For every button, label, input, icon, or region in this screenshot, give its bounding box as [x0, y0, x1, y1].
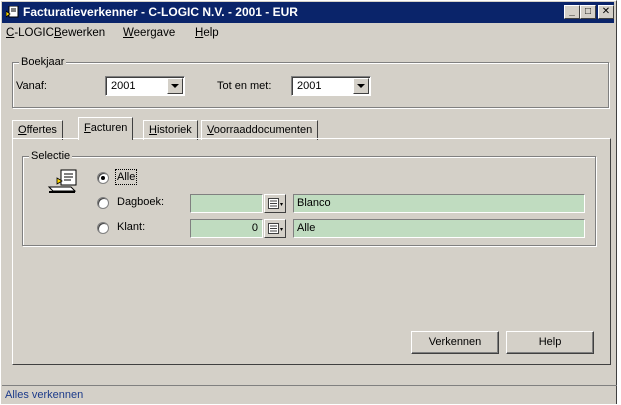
menu-accelerator: B	[54, 27, 62, 39]
menu-c-logic[interactable]: C-LOGIC	[6, 27, 54, 39]
document-selection-icon	[47, 169, 77, 193]
minimize-button[interactable]: _	[564, 5, 580, 19]
menu-bar: C-LOGIC Bewerken Weergave Help	[2, 24, 614, 43]
tab-label: ffertes	[26, 124, 57, 136]
maximize-button[interactable]: □	[580, 5, 596, 19]
dagboek-description-value: Blanco	[297, 197, 331, 209]
close-button[interactable]: ✕	[598, 5, 614, 19]
tab-voorraaddocumenten[interactable]: Voorraaddocumenten	[201, 120, 319, 140]
tab-facturen[interactable]: Facturen	[78, 117, 134, 140]
chevron-down-icon[interactable]	[353, 78, 369, 94]
tab-offertes[interactable]: Offertes	[12, 120, 63, 140]
menu-weergave[interactable]: Weergave	[123, 27, 175, 39]
klant-lookup-button[interactable]	[264, 219, 286, 238]
klant-code-field[interactable]: 0	[190, 219, 263, 238]
menu-label: ewerken	[61, 27, 106, 39]
list-lookup-icon	[268, 223, 283, 234]
dagboek-lookup-button[interactable]	[264, 194, 286, 213]
klant-description-field[interactable]: Alle	[293, 219, 585, 238]
radio-klant-label[interactable]: Klant:	[117, 221, 145, 233]
menu-accelerator: W	[123, 27, 134, 39]
radio-alle-label[interactable]: Alle	[114, 169, 138, 185]
tab-historiek[interactable]: Historiek	[143, 120, 198, 140]
radio-klant[interactable]	[97, 222, 109, 234]
klant-description-value: Alle	[297, 222, 316, 234]
klant-code-value: 0	[251, 222, 258, 234]
explorer-document-icon	[6, 6, 19, 18]
tab-accelerator: O	[18, 124, 27, 136]
menu-label: eergave	[133, 27, 176, 39]
menu-label: elp	[203, 27, 219, 39]
tab-label: istoriek	[156, 124, 192, 136]
selectie-legend: Selectie	[29, 150, 73, 162]
vanaf-select[interactable]: 2001	[105, 76, 185, 96]
tab-label: oorraaddocumenten	[213, 124, 313, 136]
vanaf-value: 2001	[111, 80, 136, 92]
radio-dagboek-label[interactable]: Dagboek:	[117, 196, 164, 208]
vanaf-label: Vanaf:	[16, 80, 47, 92]
tab-accelerator: F	[84, 122, 91, 134]
window-title: Facturatieverkenner - C-LOGIC N.V. - 200…	[23, 5, 298, 19]
menu-label: -LOGIC	[14, 27, 54, 39]
title-bar[interactable]: Facturatieverkenner - C-LOGIC N.V. - 200…	[2, 2, 614, 23]
tot-en-met-value: 2001	[297, 80, 322, 92]
list-lookup-icon	[268, 198, 283, 209]
menu-bewerken[interactable]: Bewerken	[54, 27, 105, 39]
tot-en-met-select[interactable]: 2001	[291, 76, 371, 96]
tab-accelerator: V	[207, 124, 214, 136]
dagboek-code-field[interactable]	[190, 194, 263, 213]
app-window: Facturatieverkenner - C-LOGIC N.V. - 200…	[0, 0, 617, 404]
tab-accelerator: H	[149, 124, 157, 136]
radio-alle[interactable]	[97, 172, 109, 184]
verkennen-button[interactable]: Verkennen	[411, 331, 499, 354]
menu-help[interactable]: Help	[195, 27, 219, 39]
boekjaar-legend: Boekjaar	[19, 56, 67, 68]
tot-en-met-label: Tot en met:	[217, 80, 272, 92]
radio-dagboek[interactable]	[97, 197, 109, 209]
tab-label: acturen	[90, 122, 128, 134]
status-bar: Alles verkennen	[2, 385, 617, 405]
help-button[interactable]: Help	[506, 331, 594, 354]
dagboek-description-field[interactable]: Blanco	[293, 194, 585, 213]
status-text: Alles verkennen	[5, 389, 84, 401]
chevron-down-icon[interactable]	[167, 78, 183, 94]
